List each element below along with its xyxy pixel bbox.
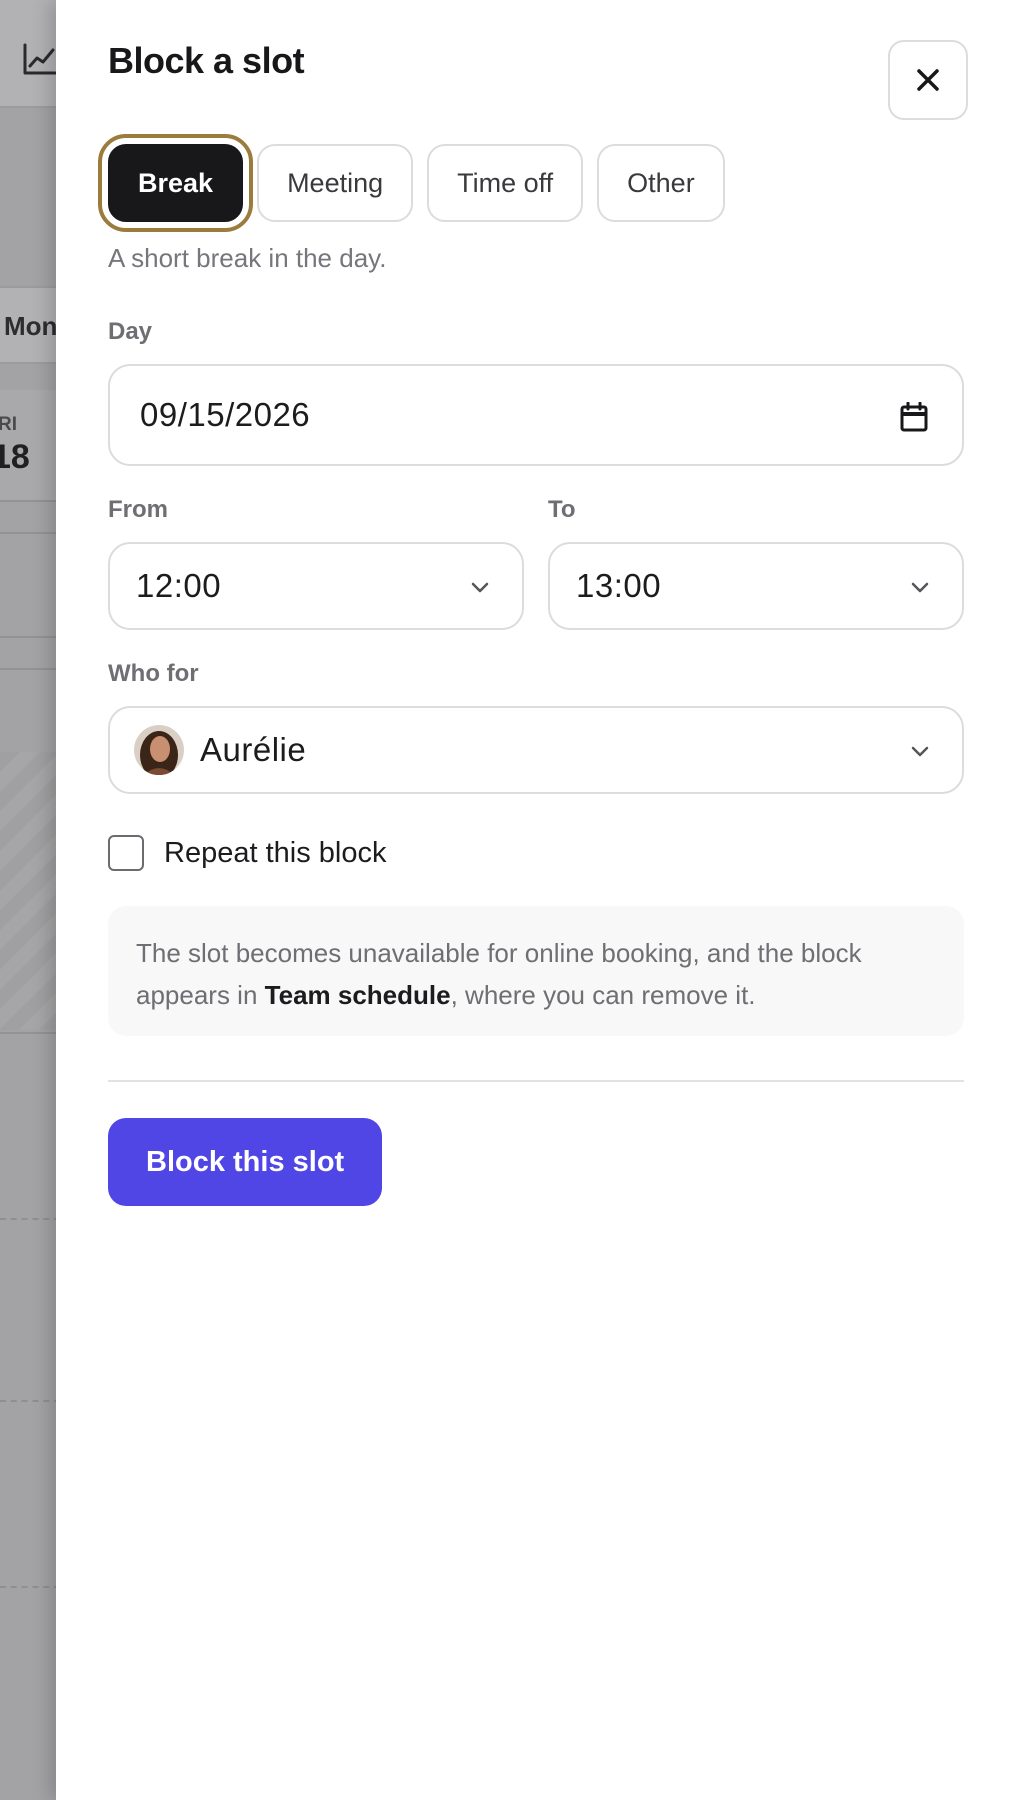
chart-line-icon — [23, 43, 56, 75]
type-chip-other[interactable]: Other — [597, 144, 725, 222]
background-day-number: 18 — [0, 438, 30, 476]
repeat-checkbox[interactable] — [108, 835, 144, 871]
close-icon — [917, 69, 939, 91]
info-note: The slot becomes unavailable for online … — [108, 906, 964, 1036]
type-chip-time-off[interactable]: Time off — [427, 144, 584, 222]
who-for-label: Who for — [108, 660, 199, 687]
repeat-block-toggle[interactable]: Repeat this block — [108, 835, 386, 871]
from-time-select[interactable]: 12:00 — [108, 542, 524, 630]
background-grid-line — [0, 1400, 60, 1402]
type-chip-break[interactable]: Break — [97, 134, 254, 232]
type-help-text: A short break in the day. — [108, 243, 387, 273]
who-for-value: Aurélie — [200, 731, 307, 768]
from-value: 12:00 — [136, 567, 222, 604]
background-blocked-area — [0, 752, 60, 1030]
block-slot-sheet: Block a slot Break Meeting Time off Othe… — [56, 0, 1016, 1800]
background-grid-line — [0, 532, 60, 534]
background-app: Mon RI 18 — [0, 0, 60, 1800]
to-value: 13:00 — [576, 567, 662, 604]
background-month-label: Mon — [4, 311, 58, 341]
day-date-input[interactable]: 09/15/2026 — [108, 364, 964, 466]
chevron-down-icon — [911, 582, 929, 593]
background-grid-line — [0, 1032, 60, 1034]
chevron-down-icon — [911, 746, 929, 757]
calendar-icon[interactable] — [900, 402, 928, 432]
avatar — [134, 725, 184, 775]
type-chip-meeting[interactable]: Meeting — [257, 144, 414, 222]
info-text-bold: Team schedule — [264, 980, 451, 1010]
sheet-title: Block a slot — [108, 40, 305, 81]
background-grid-line — [0, 636, 60, 638]
who-for-select[interactable]: Aurélie — [108, 706, 964, 794]
close-button[interactable] — [888, 40, 968, 120]
background-grid-line — [0, 1586, 60, 1588]
chevron-down-icon — [471, 582, 489, 593]
info-text-after: , where you can remove it. — [450, 980, 756, 1010]
repeat-label: Repeat this block — [164, 836, 387, 869]
block-this-slot-button[interactable]: Block this slot — [108, 1118, 383, 1206]
background-day-of-week: RI — [0, 414, 17, 435]
divider — [108, 1080, 964, 1082]
background-grid-line — [0, 1218, 60, 1220]
day-value: 09/15/2026 — [140, 396, 311, 433]
day-label: Day — [108, 318, 153, 345]
from-label: From — [108, 496, 168, 523]
to-label: To — [548, 496, 576, 523]
to-time-select[interactable]: 13:00 — [548, 542, 964, 630]
block-type-selector: Break Meeting Time off Other — [97, 134, 725, 232]
background-grid-line — [0, 668, 60, 670]
